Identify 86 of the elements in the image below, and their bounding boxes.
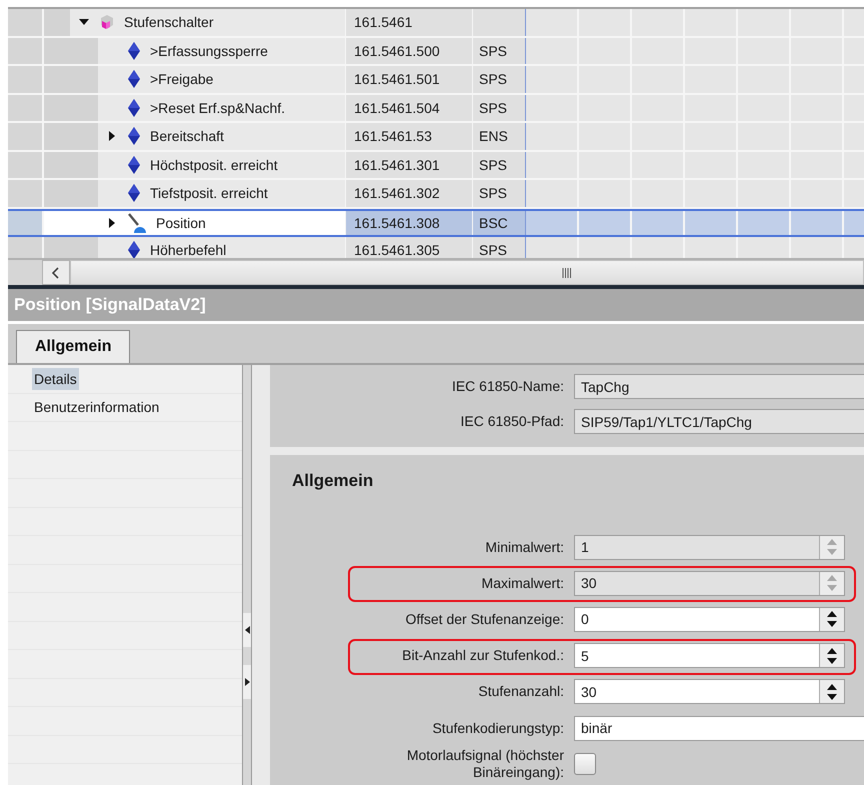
- field-label: Stufenanzahl:: [477, 683, 564, 700]
- signal-name: Höchstposit. erreicht: [150, 156, 278, 173]
- grip-icon: [562, 266, 572, 279]
- table-cell: [632, 210, 685, 235]
- nav-item[interactable]: Benutzerinformation: [32, 396, 162, 418]
- diamond-icon: [126, 40, 142, 61]
- section-heading: Allgemein: [291, 471, 374, 492]
- collapse-icon[interactable]: [78, 18, 90, 26]
- table-cell: 161.5461.504: [345, 94, 472, 121]
- diamond-icon: [126, 240, 142, 258]
- field-label: Offset der Stufenanzeige:: [404, 611, 564, 628]
- table-cell: SPS: [472, 94, 526, 121]
- table-cell: 161.5461.53: [345, 123, 472, 150]
- field-label: IEC 61850-Name:: [450, 378, 564, 395]
- diamond-icon: [126, 183, 142, 204]
- table-cell: [738, 237, 791, 258]
- table-cell: [526, 210, 579, 235]
- table-cell: [579, 237, 632, 258]
- field-label: Minimalwert:: [484, 538, 564, 556]
- table-cell: [685, 237, 738, 258]
- field-label: Bit-Anzahl zur Stufenkod.:: [401, 647, 564, 664]
- tree-cell[interactable]: >Erfassungssperre: [44, 38, 345, 64]
- chevron-left-icon[interactable]: [52, 266, 60, 279]
- expand-right-button[interactable]: [243, 665, 251, 699]
- signal-name: Stufenschalter: [124, 14, 214, 30]
- table-cell: 161.5461.500: [345, 38, 472, 64]
- triangle-right-icon[interactable]: [244, 678, 250, 686]
- cube-icon: [98, 13, 116, 32]
- spin-field[interactable]: 0: [574, 606, 845, 632]
- diamond-icon: [126, 126, 142, 146]
- tree-cell[interactable]: Stufenschalter: [44, 9, 345, 36]
- table-cell: [791, 210, 844, 235]
- table-cell: 161.5461.501: [345, 66, 472, 92]
- table-cell: SPS: [472, 38, 526, 64]
- field-label: IEC 61850-Pfad:: [459, 413, 564, 430]
- tree-cell[interactable]: Höherbefehl: [44, 237, 345, 258]
- table-cell: 161.5461.308: [345, 210, 472, 235]
- table-cell: [738, 210, 791, 235]
- table-cell: [791, 237, 844, 258]
- expand-icon[interactable]: [108, 216, 116, 229]
- lever-icon: [126, 212, 148, 234]
- table-cell: BSC: [472, 210, 526, 235]
- diamond-icon: [126, 154, 142, 175]
- triangle-left-icon[interactable]: [244, 626, 250, 634]
- tree-cell[interactable]: Höchstposit. erreicht: [44, 152, 345, 178]
- diamond-icon: [126, 69, 142, 90]
- panel-title: Position [SignalDataV2]: [8, 289, 864, 321]
- signal-name: Höherbefehl: [150, 242, 226, 258]
- spin-field[interactable]: 5: [574, 643, 845, 668]
- spin-field[interactable]: 30: [574, 679, 845, 704]
- table-cell: SPS: [472, 180, 526, 206]
- table-cell: 161.5461.302: [345, 180, 472, 206]
- expand-icon[interactable]: [108, 130, 116, 142]
- row-header[interactable]: [8, 210, 44, 235]
- signal-name: Bereitschaft: [150, 128, 224, 144]
- nav-item[interactable]: Details: [32, 368, 79, 390]
- signal-name: >Reset Erf.sp&Nachf.: [150, 100, 286, 116]
- checkbox[interactable]: [574, 753, 596, 776]
- diamond-icon: [126, 98, 142, 118]
- table-cell: 161.5461.301: [345, 152, 472, 178]
- tree-cell[interactable]: >Freigabe: [44, 66, 345, 92]
- table-cell: SPS: [472, 152, 526, 178]
- table-cell: 161.5461: [345, 9, 472, 36]
- signal-name: Position: [156, 214, 206, 231]
- table-cell: [526, 237, 579, 258]
- field-label: Motorlaufsignal (höchster Binäreingang):: [406, 747, 564, 782]
- collapse-left-button[interactable]: [243, 613, 251, 647]
- field-label: Stufenkodierungstyp:: [431, 720, 564, 736]
- table-cell: [685, 210, 738, 235]
- text-field[interactable]: binär: [574, 716, 864, 741]
- signal-name: Tiefstposit. erreicht: [150, 185, 268, 202]
- tree-cell[interactable]: Bereitschaft: [44, 123, 345, 150]
- signal-name: >Erfassungssperre: [150, 42, 268, 59]
- tab[interactable]: Allgemein: [16, 330, 130, 363]
- table-cell: ENS: [472, 123, 526, 150]
- table-cell: SPS: [472, 237, 526, 258]
- signal-name: >Freigabe: [150, 71, 214, 88]
- table-cell: [472, 9, 526, 36]
- table-cell: [632, 237, 685, 258]
- table-cell: 161.5461.305: [345, 237, 472, 258]
- tree-cell[interactable]: Tiefstposit. erreicht: [44, 180, 345, 206]
- field-label: Maximalwert:: [480, 574, 564, 592]
- tree-cell[interactable]: >Reset Erf.sp&Nachf.: [44, 94, 345, 121]
- scroll-left-button[interactable]: [42, 260, 70, 285]
- table-cell: SPS: [472, 66, 526, 92]
- table-cell: [579, 210, 632, 235]
